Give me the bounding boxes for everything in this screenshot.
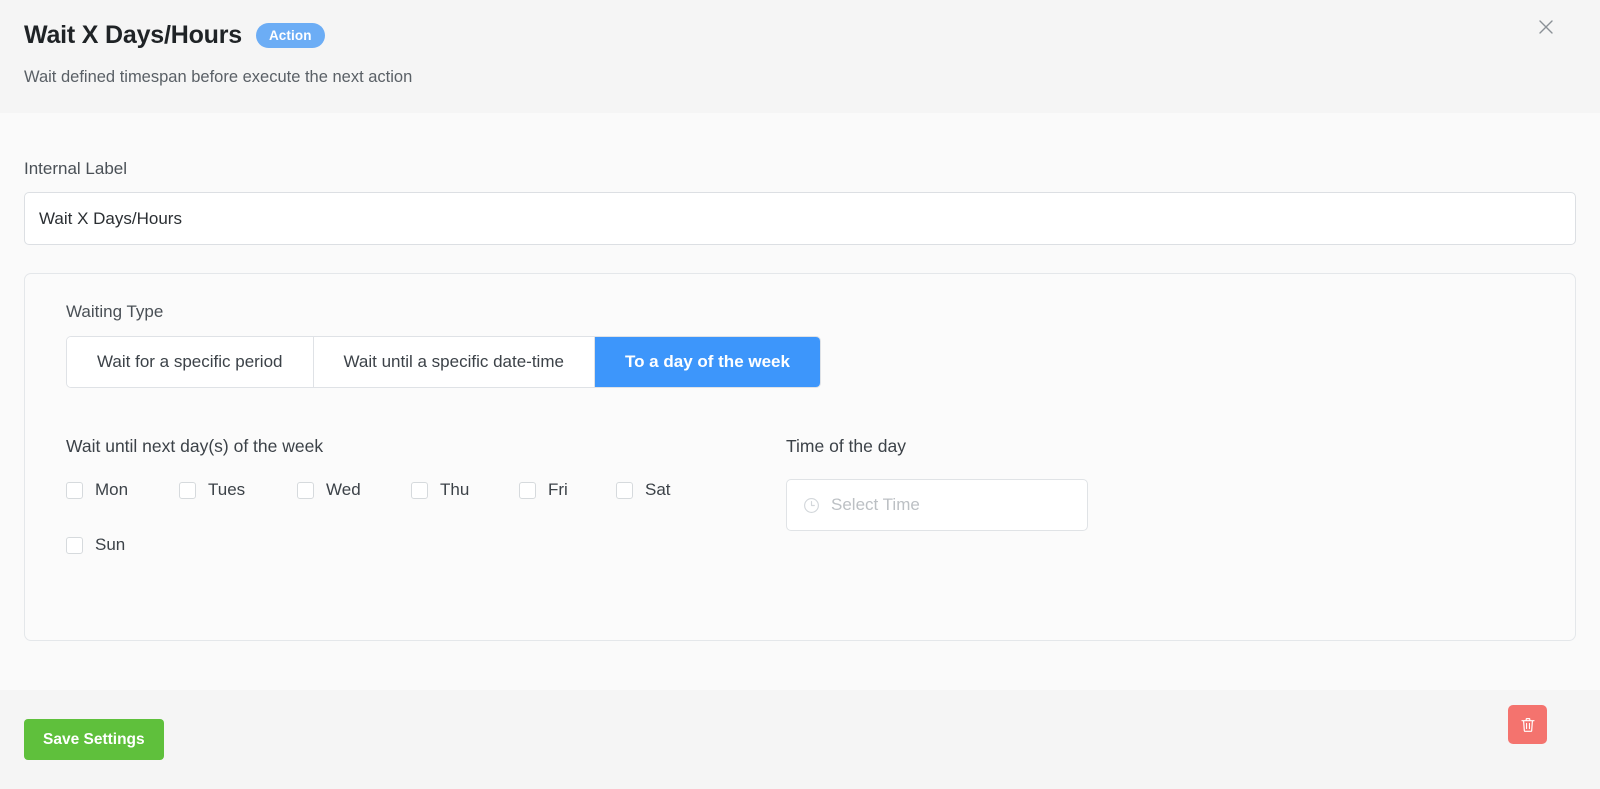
checkbox-label: Mon	[95, 480, 129, 499]
tab-wait-specific-period[interactable]: Wait for a specific period	[67, 337, 314, 387]
save-settings-button[interactable]: Save Settings	[24, 719, 164, 760]
checkbox-box-icon[interactable]	[519, 481, 536, 499]
checkbox-box-icon[interactable]	[297, 481, 314, 499]
checkbox-label: Wed	[326, 480, 361, 499]
checkbox-label: Sun	[95, 535, 126, 554]
waiting-type-card: Waiting Type Wait for a specific period …	[24, 273, 1576, 641]
internal-label-input[interactable]	[24, 192, 1576, 245]
time-placeholder-text: Select Time	[831, 495, 920, 514]
checkbox-sun[interactable]: Sun	[66, 534, 179, 556]
checkbox-label: Sat	[645, 480, 671, 499]
time-picker-input[interactable]: Select Time	[786, 479, 1088, 531]
checkbox-fri[interactable]: Fri	[519, 479, 616, 501]
checkbox-box-icon[interactable]	[66, 481, 83, 499]
days-column: Wait until next day(s) of the week Mon T…	[66, 435, 786, 589]
time-group-label: Time of the day	[786, 436, 906, 456]
checkbox-label: Thu	[440, 480, 470, 499]
internal-label-caption: Internal Label	[24, 159, 128, 178]
checkbox-box-icon[interactable]	[66, 536, 83, 554]
title-row: Wait X Days/Hours Action	[24, 18, 1576, 52]
checkbox-mon[interactable]: Mon	[66, 479, 179, 501]
checkbox-wed[interactable]: Wed	[297, 479, 411, 501]
day-checkbox-group: Mon Tues Wed Thu Fri Sat Sun	[66, 479, 786, 589]
modal-header: Wait X Days/Hours Action Wait defined ti…	[0, 0, 1600, 113]
checkbox-thu[interactable]: Thu	[411, 479, 519, 501]
checkbox-box-icon[interactable]	[179, 481, 196, 499]
day-and-time-row: Wait until next day(s) of the week Mon T…	[66, 435, 1534, 589]
waiting-type-caption: Waiting Type	[66, 302, 164, 321]
checkbox-tues[interactable]: Tues	[179, 479, 297, 501]
close-icon	[1539, 20, 1553, 34]
modal-body: Internal Label Waiting Type Wait for a s…	[0, 113, 1600, 690]
modal-subtitle: Wait defined timespan before execute the…	[24, 68, 413, 86]
close-button[interactable]	[1532, 13, 1560, 41]
checkbox-label: Tues	[208, 480, 246, 499]
tab-day-of-week[interactable]: To a day of the week	[594, 337, 820, 387]
trash-icon	[1520, 717, 1535, 732]
checkbox-box-icon[interactable]	[616, 481, 633, 499]
status-badge: Action	[255, 22, 325, 48]
delete-button[interactable]	[1508, 705, 1547, 744]
tab-wait-specific-datetime[interactable]: Wait until a specific date-time	[313, 337, 595, 387]
waiting-type-tabs: Wait for a specific period Wait until a …	[66, 336, 821, 388]
wait-action-modal: Wait X Days/Hours Action Wait defined ti…	[0, 0, 1600, 789]
time-column: Time of the day Select Time	[786, 435, 1088, 589]
clock-icon	[804, 497, 819, 513]
modal-footer: Save Settings	[0, 690, 1600, 789]
checkbox-box-icon[interactable]	[411, 481, 428, 499]
checkbox-sat[interactable]: Sat	[616, 479, 716, 501]
page-title: Wait X Days/Hours	[24, 21, 242, 49]
checkbox-label: Fri	[548, 480, 568, 499]
days-group-label: Wait until next day(s) of the week	[66, 436, 324, 456]
